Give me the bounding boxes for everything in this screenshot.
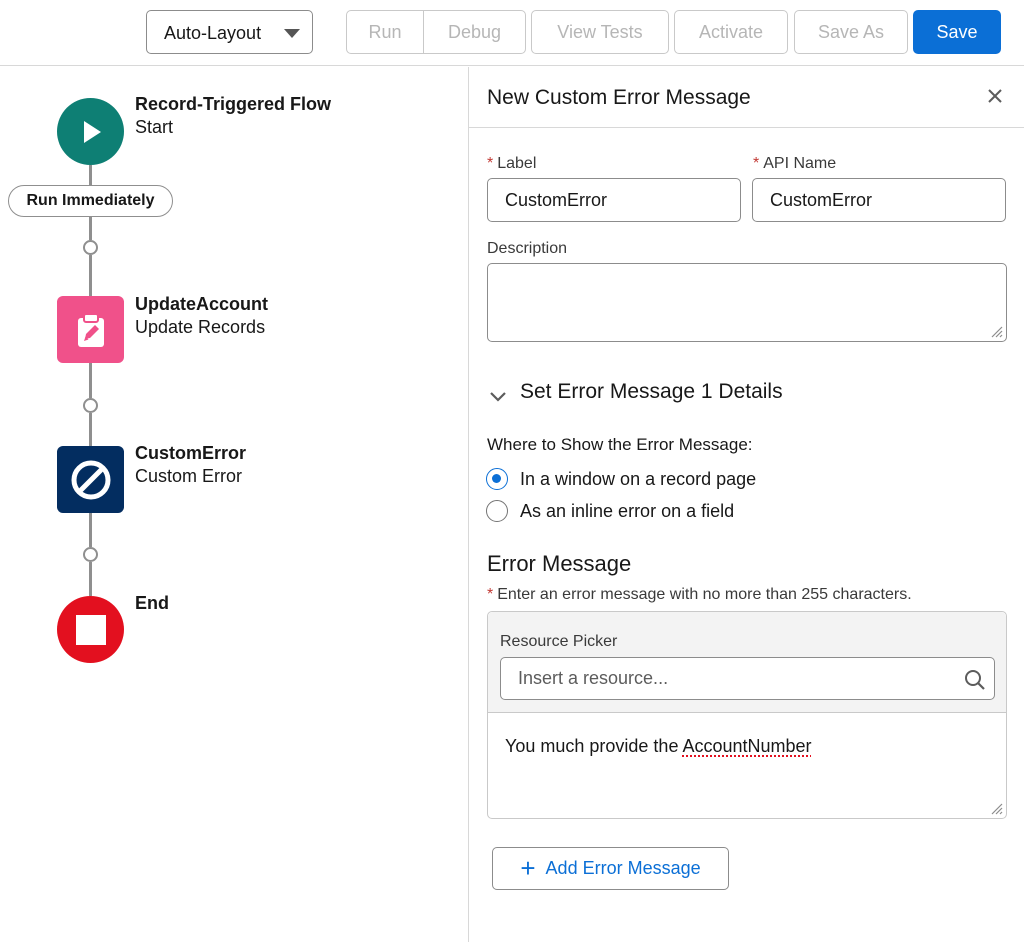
run-button[interactable]: Run [346, 10, 424, 54]
label-field-label: * Label [487, 155, 537, 172]
add-error-message-label: Add Error Message [545, 858, 701, 878]
resource-search-input[interactable]: Insert a resource... [500, 657, 995, 700]
chevron-down-icon [284, 29, 300, 38]
end-node[interactable] [57, 596, 124, 663]
radio-option-record-page[interactable]: In a window on a record page [486, 468, 756, 490]
save-button[interactable]: Save [913, 10, 1001, 54]
update-node-title: UpdateAccount [135, 294, 269, 314]
error-message-hint: * Enter an error message with no more tha… [487, 586, 912, 603]
flow-connector [89, 363, 92, 398]
resource-picker-label: Resource Picker [500, 633, 618, 650]
stop-icon [75, 614, 106, 645]
custom-error-node-subtitle: Custom Error [135, 466, 243, 486]
add-element-dot[interactable] [83, 240, 98, 255]
resize-grip-icon[interactable] [989, 801, 1003, 815]
error-message-heading: Error Message [487, 551, 632, 576]
activate-button[interactable]: Activate [674, 10, 788, 54]
radio-label: As an inline error on a field [520, 500, 735, 521]
flow-connector [89, 255, 92, 296]
radio-button[interactable] [486, 468, 508, 490]
radio-label: In a window on a record page [520, 468, 757, 489]
layout-select-value: Auto-Layout [164, 23, 262, 43]
radio-button[interactable] [486, 500, 508, 522]
api-name-field-label: * API Name [753, 155, 837, 172]
flow-connector [89, 165, 92, 185]
flow-connector [89, 217, 92, 240]
flow-connector [89, 413, 92, 446]
required-asterisk: * [487, 586, 494, 603]
label-input[interactable]: CustomError [487, 178, 741, 222]
resource-picker: Resource Picker Insert a resource... [488, 612, 1006, 713]
toolbar: Auto-Layout Run Debug View Tests Activat… [0, 0, 1024, 66]
properties-panel: New Custom Error Message * Label CustomEr… [468, 67, 1024, 942]
section-title[interactable]: Set Error Message 1 Details [520, 380, 783, 404]
where-label: Where to Show the Error Message: [487, 435, 753, 454]
layout-select[interactable]: Auto-Layout [146, 10, 313, 54]
update-node-subtitle: Update Records [135, 317, 266, 337]
custom-error-node-title: CustomError [135, 443, 247, 463]
panel-title: New Custom Error Message [487, 86, 751, 109]
search-icon[interactable] [964, 669, 986, 691]
close-icon [988, 89, 1002, 103]
ban-icon [71, 460, 110, 499]
error-message-text[interactable]: You much provide the AccountNumber [505, 736, 812, 757]
plus-icon: + [520, 852, 536, 883]
update-account-node[interactable] [57, 296, 124, 363]
start-node-subtitle: Start [135, 117, 174, 137]
add-element-dot[interactable] [83, 398, 98, 413]
error-message-editor: Resource Picker Insert a resource... You… [487, 611, 1007, 819]
debug-button[interactable]: Debug [423, 10, 526, 54]
required-asterisk: * [753, 155, 760, 172]
save-as-button[interactable]: Save As [794, 10, 908, 54]
radio-option-inline-field[interactable]: As an inline error on a field [486, 500, 734, 522]
panel-header: New Custom Error Message [469, 67, 1024, 128]
clipboard-edit-icon [77, 312, 104, 347]
start-node-title: Record-Triggered Flow [135, 94, 332, 114]
flow-canvas: Record-Triggered Flow Start Run Immediat… [0, 67, 468, 942]
flow-connector [89, 562, 92, 596]
api-name-input[interactable]: CustomError [752, 178, 1006, 222]
view-tests-button[interactable]: View Tests [531, 10, 669, 54]
description-textarea[interactable] [487, 263, 1007, 342]
add-element-dot[interactable] [83, 547, 98, 562]
resize-grip-icon[interactable] [989, 324, 1003, 338]
run-immediately-pill[interactable]: Run Immediately [8, 185, 173, 217]
start-node[interactable] [57, 98, 124, 165]
end-node-title: End [135, 593, 169, 613]
chevron-down-icon[interactable] [487, 385, 509, 407]
custom-error-node[interactable] [57, 446, 124, 513]
required-asterisk: * [487, 155, 494, 172]
add-error-message-button[interactable]: + Add Error Message [492, 847, 729, 890]
flow-connector [89, 513, 92, 547]
description-label: Description [487, 240, 568, 257]
close-button[interactable] [984, 85, 1006, 107]
misspelled-word: AccountNumber [682, 736, 812, 756]
play-icon [83, 120, 101, 143]
